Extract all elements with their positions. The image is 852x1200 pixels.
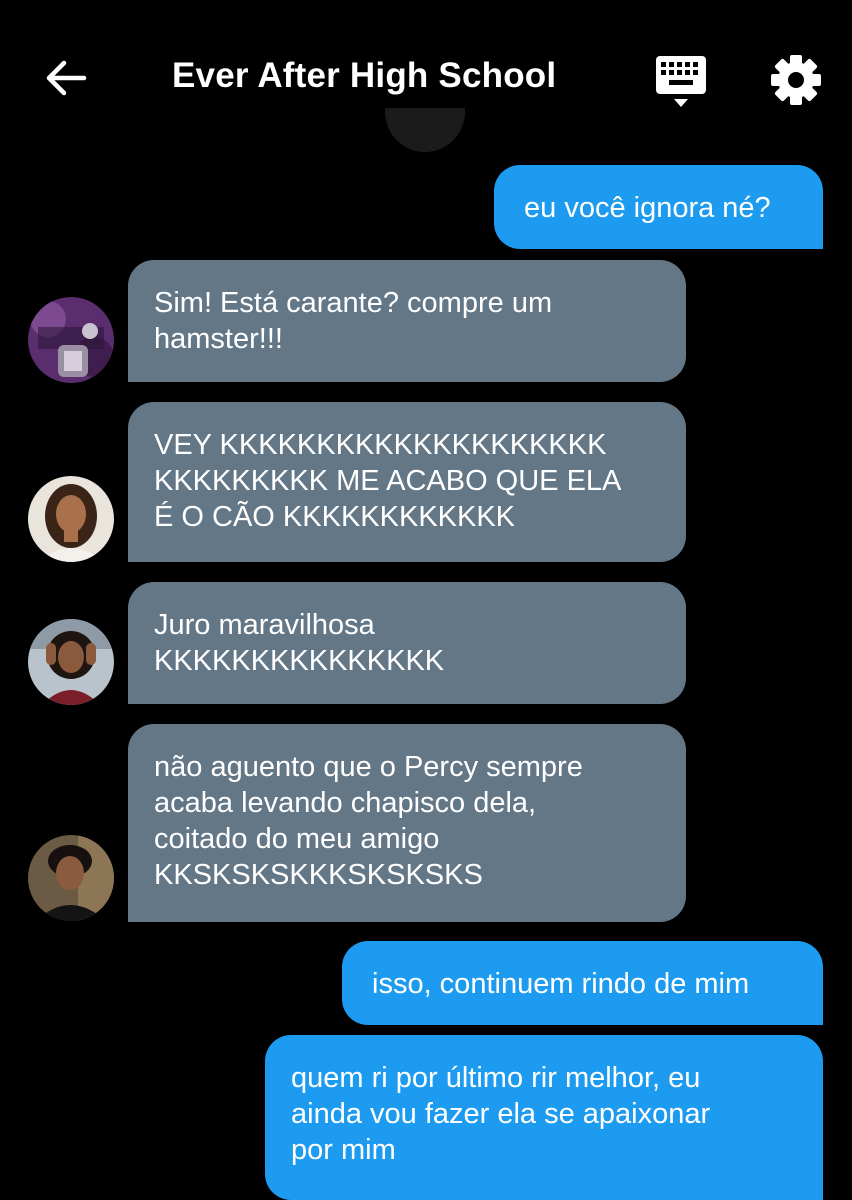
outgoing-message-bubble[interactable]: quem ri por último rir melhor, eu ainda …	[265, 1035, 823, 1200]
incoming-message-bubble[interactable]: Juro maravilhosa KKKKKKKKKKKKKKK	[128, 582, 686, 704]
rebels-logo-image	[28, 297, 114, 383]
incoming-message-bubble[interactable]: não aguento que o Percy sempre acaba lev…	[128, 724, 686, 922]
profile-photo-girl-2	[28, 619, 114, 705]
avatar-rebels-logo[interactable]	[28, 297, 114, 383]
keyboard-button[interactable]	[650, 52, 714, 112]
back-button[interactable]	[36, 48, 96, 108]
chat-title: Ever After High School	[172, 56, 557, 95]
settings-button[interactable]	[766, 50, 826, 110]
profile-photo-boy	[28, 835, 114, 921]
scroll-indicator	[385, 108, 465, 154]
avatar-boy[interactable]	[28, 835, 114, 921]
incoming-message-bubble[interactable]: VEY KKKKKKKKKKKKKKKKKKKK KKKKKKKKK ME AC…	[128, 402, 686, 562]
outgoing-message-bubble[interactable]: isso, continuem rindo de mim	[342, 941, 823, 1025]
avatar-girl-1[interactable]	[28, 476, 114, 562]
outgoing-message-bubble[interactable]: eu você ignora né?	[494, 165, 823, 249]
incoming-message-bubble[interactable]: Sim! Está carante? compre um hamster!!!	[128, 260, 686, 382]
avatar-girl-2[interactable]	[28, 619, 114, 705]
keyboard-icon	[656, 56, 706, 107]
arrow-left-icon	[46, 60, 87, 96]
profile-photo-girl-1	[28, 476, 114, 562]
gear-icon	[771, 55, 821, 105]
